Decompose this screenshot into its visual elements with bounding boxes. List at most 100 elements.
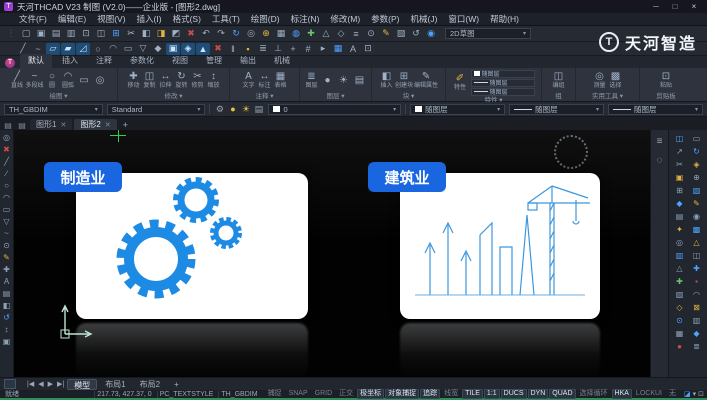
tool-icon[interactable]: ✎ [1,252,13,263]
ribbon-tool[interactable]: ╱ 直线 [9,71,24,90]
tool-icon[interactable]: ▩ [690,223,703,235]
tool-icon[interactable]: ~ [1,228,13,239]
toolbar-icon[interactable]: ~ [31,43,45,55]
toolbar-icon[interactable]: ▣ [166,42,180,55]
color-dropdown[interactable]: 随图层 [470,69,535,78]
status-toggle[interactable]: HKA [611,389,632,399]
toolbar-icon[interactable]: ↶ [199,28,213,40]
toolbar-icon[interactable]: △ [319,28,333,40]
status-toggle[interactable]: 线宽 [441,389,461,399]
ribbon-tool[interactable]: ✂ 修剪 [190,71,205,90]
ribbon-tool[interactable]: ◎ [93,75,108,87]
panel-label[interactable]: 块 ▾ [374,92,443,101]
ribbon-tool[interactable]: ▤ [352,75,367,87]
menu-item[interactable]: 视图(V) [92,13,130,25]
toolbar-icon[interactable]: ⊡ [79,28,93,40]
toolbar-icon[interactable]: ≡ [349,28,363,40]
ribbon-logo-icon[interactable]: T [2,57,18,68]
toolbar-icon[interactable]: ↷ [214,28,228,40]
lineweight-control-dropdown[interactable]: 随图层 ▾ [608,103,703,115]
ribbon-tool[interactable]: ⊡ 粘贴 [659,71,674,90]
navigation-icon[interactable]: ≡ [657,136,663,147]
close-button[interactable]: × [685,1,703,12]
tool-icon[interactable]: ▭ [1,204,13,215]
linetype-control-dropdown[interactable]: 随图层 ▾ [509,103,605,115]
toolbar-icon[interactable]: ▪ [241,43,255,55]
textstyle-dropdown[interactable]: Standard ▾ [106,103,206,115]
ribbon-tab[interactable]: 参数化 [122,54,162,68]
toolbar-icon[interactable]: ⊕ [259,28,273,40]
toolbar-icon[interactable]: ✖ [211,43,225,55]
tool-icon[interactable]: ▽ [1,216,13,227]
toolbar-icon[interactable]: ▲ [196,42,210,55]
ribbon-tab[interactable]: 管理 [198,54,230,68]
tool-icon[interactable]: ⊙ [1,240,13,251]
status-toggle[interactable]: 追踪 [420,389,441,399]
tab-nav-arrow[interactable]: |◀ [26,380,35,388]
tool-icon[interactable]: ▤ [673,210,686,222]
close-icon[interactable]: ✕ [105,121,111,129]
toolbar-icon[interactable]: ▥ [64,28,78,40]
tool-icon[interactable]: ↕ [1,324,13,335]
tab-nav-arrow[interactable]: ▶| [56,380,65,388]
status-icon[interactable]: ▾ [693,390,697,398]
ribbon-tool[interactable]: ✎ 编辑属性 [414,71,438,90]
layer-state-icon[interactable]: ● [227,103,238,115]
ribbon-tool[interactable]: ▭ [77,75,92,87]
tool-icon[interactable]: ✦ [673,223,686,235]
toolbar-icon[interactable]: ▦ [331,43,345,55]
status-toggle[interactable]: DUCS [500,389,527,399]
drawing-tab[interactable]: 图形1 ✕ [30,119,73,130]
workspace-dropdown[interactable]: 2D草图 ▾ [445,28,531,39]
toolbar-icon[interactable]: ▣ [34,28,48,40]
toolbar-icon[interactable]: ▦ [274,28,288,40]
tool-icon[interactable]: ◎ [1,132,13,143]
tool-icon[interactable]: ↻ [690,145,703,157]
tool-icon[interactable]: ✂ [673,158,686,170]
layout-tab[interactable]: 模型 [67,378,98,390]
tool-icon[interactable]: ✚ [1,264,13,275]
status-icon[interactable]: ⊡ [698,390,704,398]
drawing-canvas[interactable]: 制造业 建筑业 [14,130,650,377]
drawing-tab-active[interactable]: 图形2 ✕ [74,119,117,130]
linetype-dropdown[interactable]: 随图层 [470,78,535,87]
ribbon-tool[interactable]: ▦ 表格 [273,71,288,90]
tool-icon[interactable]: ▥ [690,314,703,326]
toolbar-icon[interactable]: ▽ [136,43,150,55]
toolbar-icon[interactable]: ○ [91,43,105,55]
toolbar-icon[interactable]: ◫ [94,28,108,40]
tool-icon[interactable]: ▭ [690,132,703,144]
toolbar-icon[interactable]: ▰ [61,42,75,55]
dimstyle-dropdown[interactable]: TH_GBDIM ▾ [4,103,103,115]
toolbar-icon[interactable]: ✚ [304,28,318,40]
tool-icon[interactable]: ▪ [690,275,703,287]
ribbon-tool[interactable]: ☀ [336,75,351,87]
tool-icon[interactable]: ▨ [673,288,686,300]
toolbar-icon[interactable]: ◇ [334,28,348,40]
tool-icon[interactable]: ◇ [673,301,686,313]
toolbar-icon[interactable]: ◎ [244,28,258,40]
ribbon-tab[interactable]: 默认 [20,54,52,68]
tool-icon[interactable]: ▧ [690,184,703,196]
ribbon-tool[interactable]: ◫ 复制 [142,71,157,90]
match-properties-tool[interactable]: ✐ 特性 [453,73,468,92]
ribbon-tool[interactable]: ○ 圆 [45,71,60,90]
toolbar-icon[interactable]: ╱ [16,43,30,55]
tool-icon[interactable]: ⊞ [673,184,686,196]
tool-icon[interactable]: ▣ [1,336,13,347]
status-toggle[interactable]: 1:1 [483,389,500,399]
layer-state-icon[interactable]: ☀ [240,103,251,115]
status-toggle[interactable]: 捕捉 [265,389,285,399]
toolbar-icon[interactable]: ◧ [139,28,153,40]
panel-label[interactable]: 注释 ▾ [232,92,297,101]
toolbar-icon[interactable]: ‖ [226,43,240,55]
current-dimstyle[interactable]: TH_GBDIM [218,390,259,398]
toolbar-icon[interactable]: ⊞ [109,28,123,40]
toolbar-icon[interactable]: # [301,43,315,55]
tool-icon[interactable]: ◆ [673,197,686,209]
toolbar-icon[interactable]: ⊡ [361,43,375,55]
toolbar-icon[interactable]: ▧ [394,28,408,40]
toolbar-icon[interactable]: ◍ [289,28,303,40]
tab-menu-icon[interactable]: ▤ [16,121,28,130]
tool-icon[interactable]: ● [673,340,686,352]
